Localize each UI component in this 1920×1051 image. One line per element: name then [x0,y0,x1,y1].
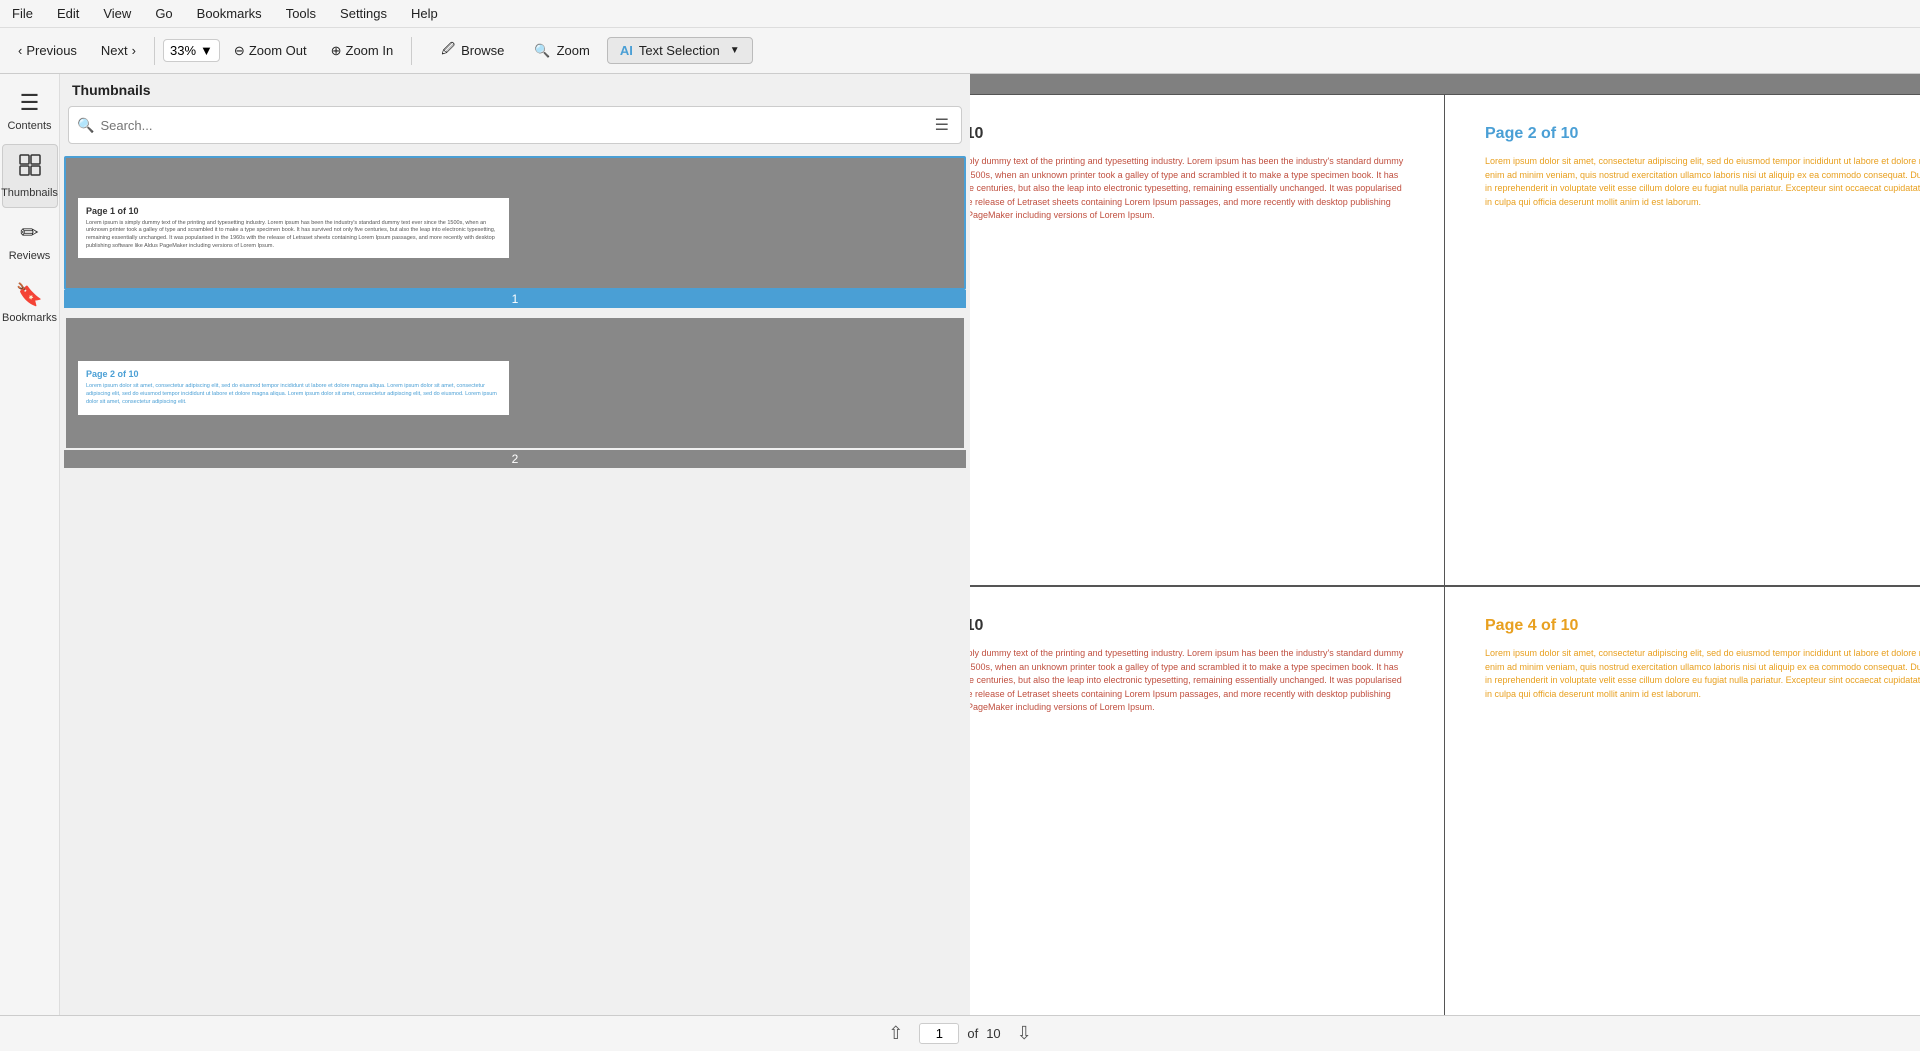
next-arrow-icon: › [132,43,136,58]
menu-file[interactable]: File [8,4,37,23]
pdf-pages-container: Page 1 of 10 Lorem ipsum is simply dummy… [970,94,1920,1051]
sidebar-item-bookmarks-label: Bookmarks [2,312,57,324]
menu-help[interactable]: Help [407,4,442,23]
thumb-2-title: Page 2 of 10 [86,369,501,379]
zoom-icon: 🔍 [534,43,550,59]
menu-view[interactable]: View [99,4,135,23]
contents-icon: ☰ [20,90,40,116]
ai-text-selection-button[interactable]: AI Text Selection ▼ [607,37,753,64]
browse-label: Browse [461,43,504,58]
thumb-2-body: Lorem ipsum dolor sit amet, consectetur … [86,383,501,406]
panel-title: Thumbnails [60,74,970,102]
previous-button[interactable]: ‹ Previous [8,38,87,63]
pdf-row-1: Page 1 of 10 Lorem ipsum is simply dummy… [970,94,1920,586]
page-1-body: Lorem ipsum is simply dummy text of the … [970,155,1404,223]
bookmarks-icon: 🔖 [16,282,43,308]
next-button[interactable]: Next › [91,38,146,63]
sidebar: ☰ Contents Thumbnails ✏ Reviews 🔖 Bookma… [0,74,60,1051]
ai-icon: AI [620,43,633,58]
thumb-2-label: 2 [64,450,966,468]
browse-button[interactable]: 🖉 Browse [428,34,517,68]
thumbnails-icon [18,153,42,183]
pdf-page-4: Page 4 of 10 Lorem ipsum dolor sit amet,… [1445,587,1920,1051]
page-down-button[interactable]: ⇩ [1009,1019,1040,1048]
ai-dropdown-arrow-icon: ▼ [730,45,740,56]
pdf-page-2: Page 2 of 10 Lorem ipsum dolor sit amet,… [1445,95,1920,585]
next-label: Next [101,43,128,58]
thumb-1-label: 1 [64,290,966,308]
browse-icon: 🖉 [441,40,455,62]
thumb-1-body: Lorem ipsum is simply dummy text of the … [86,220,501,251]
main-content: ☰ Contents Thumbnails ✏ Reviews 🔖 Bookma… [0,74,1920,1051]
pdf-page-1: Page 1 of 10 Lorem ipsum is simply dummy… [970,95,1445,585]
zoom-label: Zoom [557,43,590,58]
thumbnail-page-2[interactable]: Page 2 of 10 Lorem ipsum dolor sit amet,… [64,316,966,468]
menu-bookmarks[interactable]: Bookmarks [193,4,266,23]
menu-bar: File Edit View Go Bookmarks Tools Settin… [0,0,1920,28]
page-1-title: Page 1 of 10 [970,125,1404,143]
previous-arrow-icon: ‹ [18,43,22,58]
page-3-title: Page 3 of 10 [970,617,1404,635]
page-2-body: Lorem ipsum dolor sit amet, consectetur … [1485,155,1920,209]
ai-text-label: Text Selection [639,43,720,58]
sidebar-item-thumbnails-label: Thumbnails [1,187,58,199]
zoom-in-label: Zoom In [346,43,394,58]
search-bar: 🔍 ☰ [68,106,962,144]
previous-label: Previous [26,43,77,58]
zoom-button[interactable]: 🔍 Zoom [521,37,602,65]
total-pages: 10 [986,1026,1000,1041]
toolbar: ‹ Previous Next › 33% ▼ ⊖ Zoom Out ⊕ Zoo… [0,28,1920,74]
pdf-view-area[interactable]: Page 1 of 10 Lorem ipsum is simply dummy… [970,74,1920,1051]
sidebar-item-bookmarks[interactable]: 🔖 Bookmarks [2,274,58,332]
sidebar-item-reviews-label: Reviews [9,250,51,262]
zoom-select[interactable]: 33% ▼ [163,39,220,62]
thumb-1-title: Page 1 of 10 [86,206,501,216]
zoom-out-icon: ⊖ [234,43,245,59]
menu-edit[interactable]: Edit [53,4,83,23]
zoom-out-label: Zoom Out [249,43,307,58]
thumbnails-area[interactable]: Page 1 of 10 Lorem ipsum is simply dummy… [60,152,970,1051]
pdf-row-2: Page 3 of 10 Lorem ipsum is simply dummy… [970,586,1920,1051]
menu-tools[interactable]: Tools [282,4,320,23]
filter-button[interactable]: ☰ [931,111,953,139]
page-4-title: Page 4 of 10 [1485,617,1920,635]
page-of-label: of [970,1026,978,1041]
menu-go[interactable]: Go [151,4,176,23]
zoom-value: 33% [170,43,196,58]
toolbar-right: 🖉 Browse 🔍 Zoom AI Text Selection ▼ [428,34,752,68]
sidebar-item-contents[interactable]: ☰ Contents [2,82,58,140]
reviews-icon: ✏ [20,220,38,246]
separator-2 [411,37,412,65]
zoom-in-button[interactable]: ⊕ Zoom In [321,38,404,64]
search-icon: 🔍 [77,117,94,134]
sidebar-item-contents-label: Contents [7,120,51,132]
zoom-chevron-icon: ▼ [200,43,213,58]
panel-content: Thumbnails 🔍 ☰ Page 1 of 10 Lorem ipsum … [60,74,970,1051]
sidebar-item-reviews[interactable]: ✏ Reviews [2,212,58,270]
zoom-in-icon: ⊕ [331,43,342,59]
menu-settings[interactable]: Settings [336,4,391,23]
separator-1 [154,37,155,65]
search-input[interactable] [100,118,924,133]
bottom-nav: ⇧ of 10 ⇩ [970,1015,1920,1051]
sidebar-item-thumbnails[interactable]: Thumbnails [2,144,58,208]
pdf-page-3: Page 3 of 10 Lorem ipsum is simply dummy… [970,587,1445,1051]
zoom-out-button[interactable]: ⊖ Zoom Out [224,38,317,64]
page-3-body: Lorem ipsum is simply dummy text of the … [970,647,1404,715]
page-2-title: Page 2 of 10 [1485,125,1920,143]
thumbnail-page-1[interactable]: Page 1 of 10 Lorem ipsum is simply dummy… [64,156,966,308]
page-4-body: Lorem ipsum dolor sit amet, consectetur … [1485,647,1920,701]
